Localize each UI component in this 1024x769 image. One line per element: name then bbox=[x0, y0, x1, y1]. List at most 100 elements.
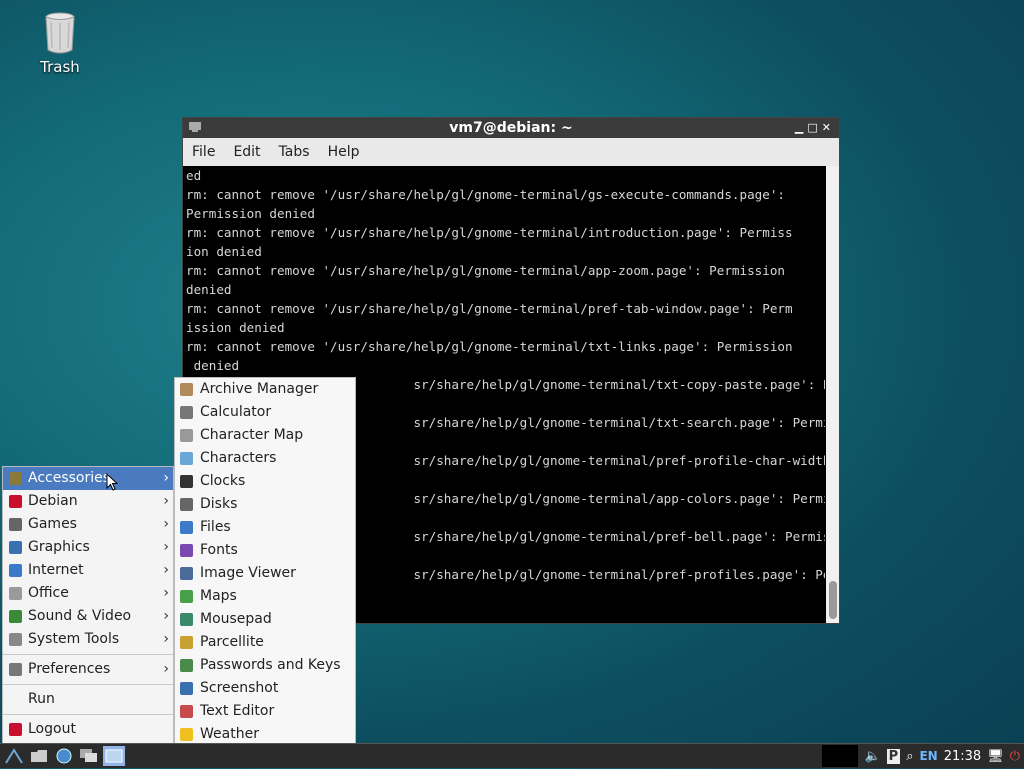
start-menu-button[interactable] bbox=[3, 746, 25, 766]
menu-item-sound-video[interactable]: Sound & Video › bbox=[3, 605, 173, 628]
submenu-item-screenshot[interactable]: Screenshot bbox=[175, 677, 355, 700]
menu-item-label: Internet bbox=[28, 562, 84, 578]
menu-item-system-tools[interactable]: System Tools › bbox=[3, 628, 173, 651]
submenu-item-label: Passwords and Keys bbox=[200, 657, 341, 673]
clock[interactable]: 21:38 bbox=[944, 749, 981, 764]
application-menu: Accessories › Debian › Games › Graphics › Intern… bbox=[2, 466, 174, 744]
characters-icon bbox=[180, 452, 193, 465]
menu-item-label: Sound & Video bbox=[28, 608, 132, 624]
submenu-item-label: Mousepad bbox=[200, 611, 272, 627]
menu-item-label: Debian bbox=[28, 493, 78, 509]
menu-item-logout[interactable]: Logout bbox=[3, 718, 173, 741]
submenu-item-fonts[interactable]: Fonts bbox=[175, 539, 355, 562]
submenu-item-image-viewer[interactable]: Image Viewer bbox=[175, 562, 355, 585]
terminal-app-icon bbox=[189, 122, 201, 132]
menu-file[interactable]: File bbox=[183, 144, 224, 160]
menu-item-preferences[interactable]: Preferences › bbox=[3, 658, 173, 681]
mouse-cursor-icon bbox=[106, 473, 118, 491]
text-editor-icon bbox=[180, 705, 193, 718]
terminal-line: denied bbox=[186, 358, 240, 373]
menu-item-debian[interactable]: Debian › bbox=[3, 490, 173, 513]
submenu-item-label: Maps bbox=[200, 588, 237, 604]
volume-icon[interactable]: 🔈 bbox=[864, 749, 880, 764]
submenu-item-maps[interactable]: Maps bbox=[175, 585, 355, 608]
menu-item-label: Run bbox=[28, 691, 55, 707]
window-title: vm7@debian: ~ bbox=[449, 120, 573, 136]
system-tools-icon bbox=[9, 633, 22, 646]
trash-desktop-icon[interactable]: Trash bbox=[30, 12, 90, 76]
chevron-right-icon: › bbox=[163, 516, 169, 532]
menu-tabs[interactable]: Tabs bbox=[270, 144, 319, 160]
menu-item-label: Office bbox=[28, 585, 69, 601]
menu-help[interactable]: Help bbox=[319, 144, 369, 160]
scrollbar-thumb[interactable] bbox=[829, 581, 837, 619]
files-icon bbox=[180, 521, 193, 534]
submenu-item-archive-manager[interactable]: Archive Manager bbox=[175, 378, 355, 401]
passwords-and-keys-icon bbox=[180, 659, 193, 672]
minimize-icon[interactable]: ▁ bbox=[795, 121, 807, 134]
terminal-line: rm: cannot remove '/usr/share/help/gl/gn… bbox=[186, 301, 793, 316]
submenu-item-mousepad[interactable]: Mousepad bbox=[175, 608, 355, 631]
cpu-monitor[interactable] bbox=[822, 745, 859, 767]
search-icon[interactable]: ⌕ bbox=[906, 749, 913, 764]
show-desktop-button[interactable] bbox=[78, 746, 100, 766]
submenu-item-parcellite[interactable]: Parcellite bbox=[175, 631, 355, 654]
menu-separator bbox=[3, 654, 173, 655]
menu-item-label: Logout bbox=[28, 721, 76, 737]
submenu-item-label: Files bbox=[200, 519, 231, 535]
submenu-item-label: Text Editor bbox=[200, 703, 275, 719]
window-titlebar[interactable]: vm7@debian: ~ ▁□✕ bbox=[183, 118, 839, 138]
terminal-line: Permission denied bbox=[186, 206, 315, 221]
power-icon[interactable]: ⏻ bbox=[1010, 749, 1020, 764]
submenu-item-label: Character Map bbox=[200, 427, 304, 443]
submenu-item-passwords-and-keys[interactable]: Passwords and Keys bbox=[175, 654, 355, 677]
trash-label: Trash bbox=[40, 58, 80, 76]
screen-lock-icon[interactable]: 🖥 bbox=[987, 749, 1004, 764]
menu-item-label: System Tools bbox=[28, 631, 120, 647]
menu-item-office[interactable]: Office › bbox=[3, 582, 173, 605]
submenu-item-characters[interactable]: Characters bbox=[175, 447, 355, 470]
menu-item-internet[interactable]: Internet › bbox=[3, 559, 173, 582]
chevron-right-icon: › bbox=[163, 493, 169, 509]
submenu-item-label: Screenshot bbox=[200, 680, 279, 696]
menu-item-run[interactable]: Run bbox=[3, 688, 173, 711]
screenshot-icon bbox=[180, 682, 193, 695]
folder-icon bbox=[31, 750, 47, 762]
submenu-item-files[interactable]: Files bbox=[175, 516, 355, 539]
clocks-icon bbox=[180, 475, 193, 488]
terminal-scrollbar[interactable] bbox=[826, 166, 839, 623]
terminal-menubar: File Edit Tabs Help bbox=[183, 138, 839, 166]
keyboard-layout-indicator[interactable]: EN bbox=[919, 749, 937, 763]
submenu-item-label: Characters bbox=[200, 450, 277, 466]
submenu-item-label: Image Viewer bbox=[200, 565, 296, 581]
close-icon[interactable]: ✕ bbox=[822, 121, 835, 134]
menu-edit[interactable]: Edit bbox=[224, 144, 269, 160]
menu-item-accessories[interactable]: Accessories › bbox=[3, 467, 173, 490]
submenu-item-label: Weather bbox=[200, 726, 259, 742]
terminal-line: ed bbox=[186, 168, 202, 183]
menu-separator bbox=[3, 714, 173, 715]
clipboard-icon[interactable]: P bbox=[886, 748, 901, 764]
submenu-item-text-editor[interactable]: Text Editor bbox=[175, 700, 355, 723]
menu-item-label: Games bbox=[28, 516, 77, 532]
web-browser-launcher[interactable] bbox=[53, 746, 75, 766]
submenu-item-clocks[interactable]: Clocks bbox=[175, 470, 355, 493]
workspace-pager[interactable] bbox=[103, 746, 125, 766]
chevron-right-icon: › bbox=[163, 631, 169, 647]
sound-video-icon bbox=[9, 610, 22, 623]
fonts-icon bbox=[180, 544, 193, 557]
chevron-right-icon: › bbox=[163, 661, 169, 677]
workspace-icon bbox=[105, 749, 123, 763]
menu-item-games[interactable]: Games › bbox=[3, 513, 173, 536]
chevron-right-icon: › bbox=[163, 585, 169, 601]
accessories-submenu: Archive Manager Calculator Character Map Ch… bbox=[174, 377, 356, 768]
file-manager-launcher[interactable] bbox=[28, 746, 50, 766]
maximize-icon[interactable]: □ bbox=[807, 121, 821, 134]
submenu-item-character-map[interactable]: Character Map bbox=[175, 424, 355, 447]
menu-item-graphics[interactable]: Graphics › bbox=[3, 536, 173, 559]
chevron-right-icon: › bbox=[163, 562, 169, 578]
submenu-item-label: Clocks bbox=[200, 473, 246, 489]
submenu-item-label: Fonts bbox=[200, 542, 238, 558]
submenu-item-disks[interactable]: Disks bbox=[175, 493, 355, 516]
submenu-item-calculator[interactable]: Calculator bbox=[175, 401, 355, 424]
